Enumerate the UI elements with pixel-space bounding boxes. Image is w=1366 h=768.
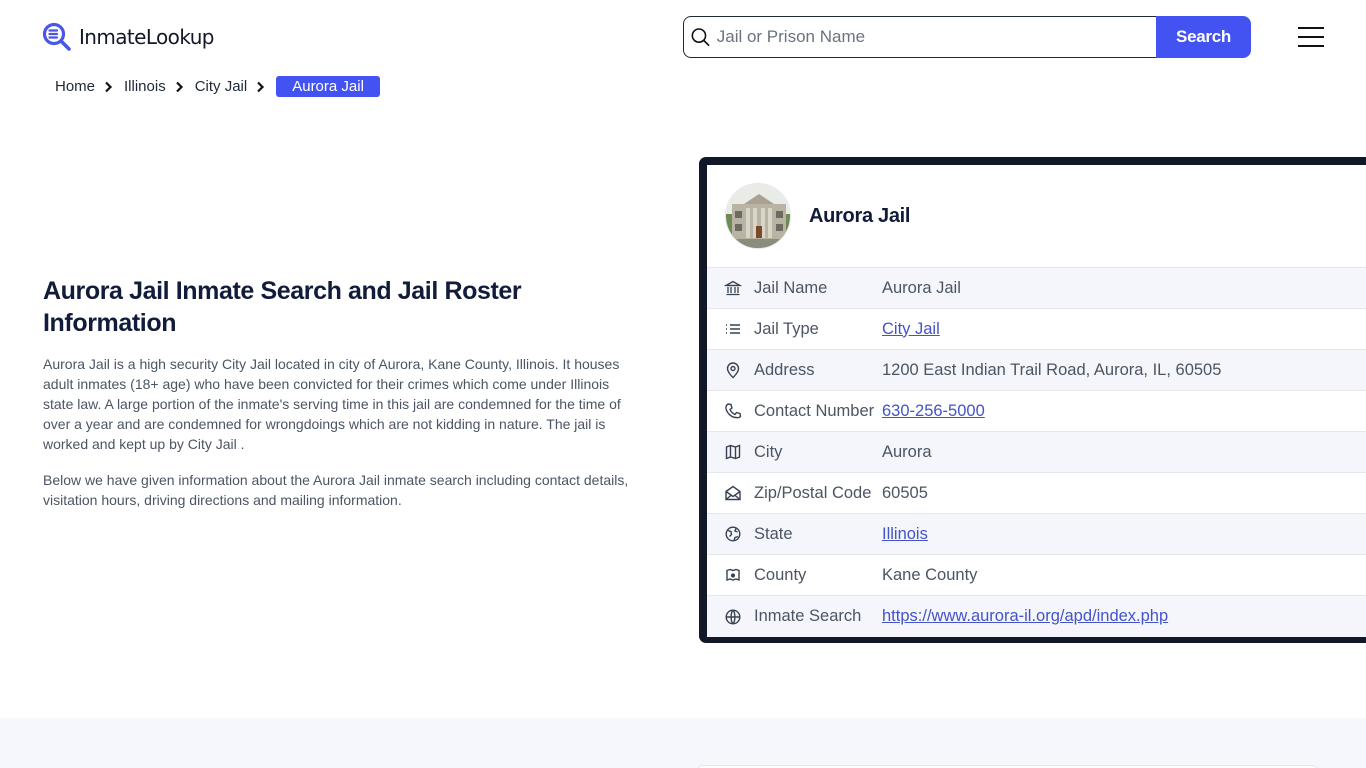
row-label: County <box>754 565 807 584</box>
globe-icon <box>725 608 741 625</box>
row-value: 1200 East Indian Trail Road, Aurora, IL,… <box>882 360 1222 379</box>
info-row-city: City Aurora <box>707 432 1366 473</box>
breadcrumb-city-jail[interactable]: City Jail <box>195 78 248 95</box>
menu-bar <box>1298 45 1324 47</box>
card-header: Aurora Jail <box>707 165 1366 267</box>
chevron-right-icon <box>105 81 113 92</box>
search-form: Search <box>683 16 1251 58</box>
logo-magnifier-icon <box>42 22 71 51</box>
row-label: Contact Number <box>754 401 875 420</box>
info-paragraph: Below we have given information about th… <box>43 472 629 508</box>
search-box <box>683 16 1156 58</box>
row-label: Zip/Postal Code <box>754 483 872 502</box>
next-section-band <box>0 718 1366 768</box>
inmate-search-link[interactable]: https://www.aurora-il.org/apd/index.php <box>882 607 1168 625</box>
breadcrumb-current: Aurora Jail <box>276 76 380 97</box>
info-table: Jail Name Aurora Jail Jail Type City Jai… <box>707 267 1366 637</box>
menu-icon[interactable] <box>1298 27 1324 47</box>
info-row-state: State Illinois <box>707 514 1366 555</box>
intro-paragraph: Aurora Jail is a high security City Jail… <box>43 356 621 452</box>
row-label: Jail Type <box>754 319 819 338</box>
chevron-right-icon <box>175 81 183 92</box>
menu-bar <box>1298 27 1324 29</box>
building-columns-icon <box>724 280 742 296</box>
info-row-county: County Kane County <box>707 555 1366 596</box>
menu-bar <box>1298 36 1324 38</box>
list-icon <box>726 324 740 334</box>
row-label: Inmate Search <box>754 607 862 625</box>
state-link[interactable]: Illinois <box>882 525 928 543</box>
globe-region-icon <box>725 526 741 542</box>
search-button[interactable]: Search <box>1156 16 1251 58</box>
site-logo[interactable]: InmateLookup <box>42 22 214 52</box>
row-value: 60505 <box>882 483 928 502</box>
info-row-zip: Zip/Postal Code 60505 <box>707 473 1366 514</box>
phone-link[interactable]: 630-256-5000 <box>882 402 985 420</box>
row-value: Aurora Jail <box>882 278 961 297</box>
breadcrumb: Home Illinois City Jail Aurora Jail <box>55 76 380 97</box>
row-label: City <box>754 442 783 461</box>
search-icon <box>691 28 710 47</box>
jail-info-card: Aurora Jail Jail Name Aurora Jail Jail T… <box>699 157 1366 643</box>
row-label: Address <box>754 360 815 379</box>
phone-icon <box>725 403 742 419</box>
breadcrumb-illinois[interactable]: Illinois <box>124 78 166 95</box>
info-row-address: Address 1200 East Indian Trail Road, Aur… <box>707 350 1366 391</box>
jail-photo <box>725 183 791 249</box>
logo-text: InmateLookup <box>79 25 214 49</box>
search-input[interactable] <box>716 27 1156 47</box>
mail-open-icon <box>725 485 741 501</box>
info-row-jail-type: Jail Type City Jail <box>707 309 1366 350</box>
jail-type-link[interactable]: City Jail <box>882 320 940 338</box>
row-label: State <box>754 524 793 543</box>
breadcrumb-home[interactable]: Home <box>55 78 95 95</box>
map-pin-icon <box>726 362 740 379</box>
row-value: Kane County <box>882 565 978 584</box>
info-row-contact: Contact Number 630-256-5000 <box>707 391 1366 432</box>
row-label: Jail Name <box>754 278 828 297</box>
info-row-inmate-search: Inmate Search https://www.aurora-il.org/… <box>707 596 1366 637</box>
info-row-jail-name: Jail Name Aurora Jail <box>707 268 1366 309</box>
building-photo-icon <box>726 184 790 248</box>
page-title: Aurora Jail Inmate Search and Jail Roste… <box>43 277 522 337</box>
map-icon <box>725 444 741 460</box>
map-marker-square-icon <box>726 568 740 581</box>
card-title: Aurora Jail <box>809 204 911 227</box>
row-value: Aurora <box>882 442 932 461</box>
chevron-right-icon <box>257 81 265 92</box>
